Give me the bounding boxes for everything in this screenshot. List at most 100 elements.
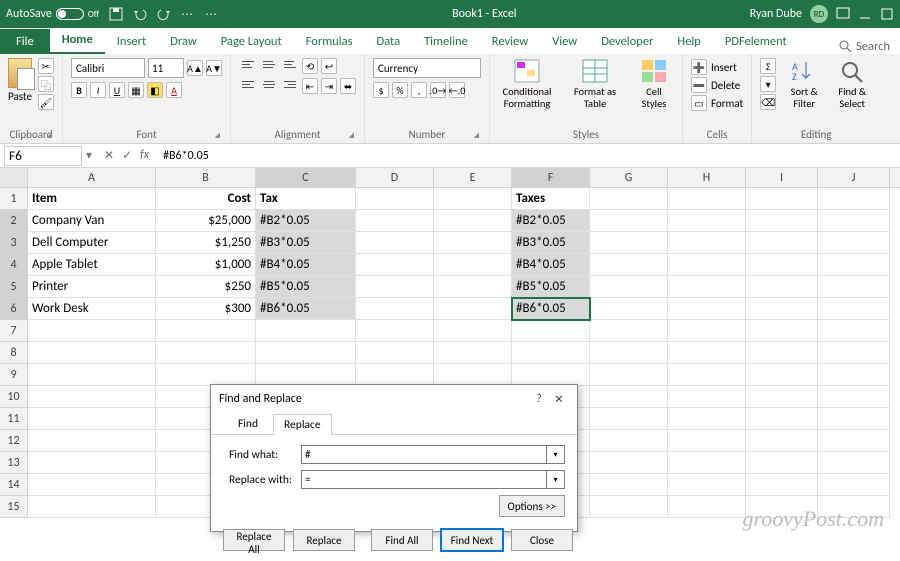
wrap-text-icon[interactable]: ↩ — [321, 58, 337, 74]
sort-filter-button[interactable]: AZ Sort & Filter — [784, 58, 824, 109]
tab-insert[interactable]: Insert — [105, 29, 158, 54]
cell[interactable] — [590, 342, 668, 364]
tab-replace[interactable]: Replace — [273, 414, 332, 435]
tab-developer[interactable]: Developer — [589, 29, 665, 54]
underline-button[interactable]: U — [109, 82, 125, 98]
cell[interactable] — [818, 320, 890, 342]
qat-icon[interactable]: ⋯ — [181, 7, 195, 21]
border-icon[interactable]: ▦ — [128, 82, 144, 98]
tab-draw[interactable]: Draw — [158, 29, 209, 54]
tab-page-layout[interactable]: Page Layout — [209, 29, 294, 54]
cell[interactable] — [434, 188, 512, 210]
row-header[interactable]: 3 — [0, 232, 28, 254]
align-middle-icon[interactable] — [260, 58, 278, 74]
col-header[interactable]: G — [590, 168, 668, 187]
replace-all-button[interactable]: Replace All — [223, 529, 285, 551]
cell[interactable]: Apple Tablet — [28, 254, 156, 276]
cell[interactable]: #B5*0.05 — [256, 276, 356, 298]
cell-styles-button[interactable]: Cell Styles — [634, 58, 674, 109]
cell[interactable] — [818, 386, 890, 408]
cell[interactable] — [434, 364, 512, 386]
cell[interactable] — [256, 364, 356, 386]
cell[interactable] — [28, 386, 156, 408]
cell[interactable] — [356, 298, 434, 320]
tab-formulas[interactable]: Formulas — [294, 29, 365, 54]
cell[interactable] — [818, 276, 890, 298]
cell[interactable] — [28, 408, 156, 430]
cell[interactable] — [668, 496, 746, 518]
row-header[interactable]: 6 — [0, 298, 28, 320]
cancel-icon[interactable]: ✕ — [104, 148, 114, 163]
cell[interactable] — [590, 210, 668, 232]
dropdown-icon[interactable]: ▾ — [547, 445, 565, 464]
cell[interactable] — [156, 342, 256, 364]
cell[interactable] — [668, 320, 746, 342]
cell[interactable] — [590, 386, 668, 408]
fill-icon[interactable]: ▾ — [760, 76, 776, 92]
cell[interactable] — [512, 342, 590, 364]
cell[interactable] — [590, 254, 668, 276]
cell[interactable] — [356, 232, 434, 254]
select-all-corner[interactable] — [0, 168, 28, 187]
cell[interactable] — [668, 210, 746, 232]
cell[interactable] — [746, 430, 818, 452]
row-header[interactable]: 1 — [0, 188, 28, 210]
cell[interactable] — [818, 342, 890, 364]
currency-icon[interactable]: $ — [373, 82, 389, 98]
cell[interactable] — [818, 232, 890, 254]
cell[interactable] — [590, 232, 668, 254]
conditional-formatting-button[interactable]: Conditional Formatting — [498, 58, 556, 109]
cell[interactable] — [746, 188, 818, 210]
cell[interactable]: #B3*0.05 — [256, 232, 356, 254]
cell[interactable] — [590, 430, 668, 452]
maximize-icon[interactable] — [880, 7, 894, 21]
search-box[interactable]: Search — [839, 39, 890, 54]
cell[interactable] — [28, 364, 156, 386]
number-format-select[interactable] — [373, 58, 481, 78]
autosum-icon[interactable]: Σ — [760, 58, 776, 74]
formula-input[interactable]: #B6*0.05 — [157, 149, 900, 163]
decrease-decimal-icon[interactable]: ←.0 — [449, 82, 465, 98]
cell[interactable] — [28, 342, 156, 364]
minimize-icon[interactable] — [858, 7, 872, 21]
cell[interactable] — [434, 320, 512, 342]
cell[interactable] — [356, 210, 434, 232]
undo-icon[interactable] — [133, 7, 147, 21]
cell[interactable] — [818, 364, 890, 386]
cell[interactable] — [746, 364, 818, 386]
cell[interactable]: #B6*0.05 — [256, 298, 356, 320]
increase-font-icon[interactable]: A▲ — [187, 60, 203, 76]
col-header[interactable]: E — [434, 168, 512, 187]
cell[interactable] — [590, 408, 668, 430]
cell[interactable] — [668, 232, 746, 254]
italic-button[interactable]: I — [90, 82, 106, 98]
font-name-input[interactable] — [71, 58, 145, 78]
cell[interactable] — [434, 298, 512, 320]
tab-file[interactable]: File — [0, 29, 50, 54]
cell[interactable] — [818, 210, 890, 232]
format-cells-button[interactable]: ▭Format — [691, 94, 743, 112]
cell[interactable]: #B5*0.05 — [512, 276, 590, 298]
cell[interactable] — [668, 408, 746, 430]
decrease-font-icon[interactable]: A▼ — [206, 60, 222, 76]
cell[interactable] — [746, 386, 818, 408]
merge-icon[interactable]: ⬌ — [340, 78, 356, 94]
row-header[interactable]: 14 — [0, 474, 28, 496]
cell[interactable]: Company Van — [28, 210, 156, 232]
cell[interactable]: Printer — [28, 276, 156, 298]
cell[interactable] — [356, 254, 434, 276]
cell[interactable]: Dell Computer — [28, 232, 156, 254]
tab-review[interactable]: Review — [480, 29, 540, 54]
align-bottom-icon[interactable] — [281, 58, 299, 74]
cell[interactable]: #B4*0.05 — [256, 254, 356, 276]
qat-icon[interactable]: ⋯ — [205, 7, 219, 21]
cell[interactable] — [590, 298, 668, 320]
cell[interactable]: Item — [28, 188, 156, 210]
col-header[interactable]: J — [818, 168, 890, 187]
cell[interactable] — [818, 452, 890, 474]
cell[interactable] — [818, 188, 890, 210]
comma-icon[interactable]: , — [411, 82, 427, 98]
help-icon[interactable]: ? — [529, 392, 549, 406]
cell[interactable]: $1,250 — [156, 232, 256, 254]
tab-find[interactable]: Find — [227, 413, 269, 434]
